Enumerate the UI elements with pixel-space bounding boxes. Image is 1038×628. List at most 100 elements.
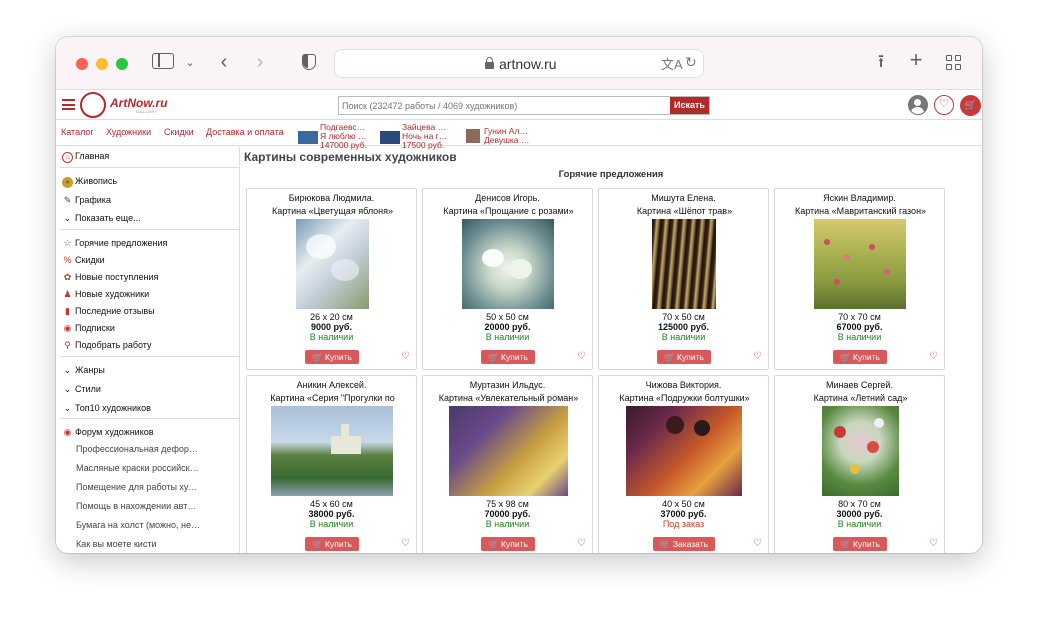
share-icon[interactable]: ⭱ bbox=[872, 51, 890, 71]
user-icon[interactable] bbox=[908, 95, 928, 115]
translate-icon[interactable]: 文A bbox=[661, 54, 683, 73]
sidebar-item-hot-offers[interactable]: ☆ Горячие предложения bbox=[62, 238, 167, 249]
sidebar-item-painting[interactable]: ● Живопись bbox=[62, 176, 117, 188]
artwork-image[interactable] bbox=[652, 219, 716, 309]
sidebar-item-styles[interactable]: ⌄ Стили bbox=[62, 384, 101, 395]
buy-button[interactable]: 🛒 Купить bbox=[305, 350, 359, 364]
sidebar-item-subscriptions[interactable]: ◉ Подписки bbox=[62, 323, 115, 334]
minimize-window-button[interactable] bbox=[96, 58, 108, 70]
artwork-card[interactable]: Бирюкова Людмила. Картина «Цветущая ябло… bbox=[246, 188, 417, 370]
promo-title: Девушка … bbox=[484, 135, 530, 145]
heart-icon[interactable]: ♡ bbox=[929, 538, 938, 549]
address-bar[interactable]: artnow.ru 文A ↻ bbox=[334, 49, 704, 78]
artwork-card[interactable]: Мишута Елена. Картина «Шёпот трав» 70 x … bbox=[598, 188, 769, 370]
buy-button[interactable]: 🛒 Купить bbox=[833, 350, 887, 364]
forum-topic[interactable]: Профессиональная дефор… bbox=[76, 444, 198, 454]
promo-item[interactable]: Зайцева … Ночь на г… 17500 руб. bbox=[380, 122, 458, 150]
card-title[interactable]: Картина «Шёпот трав» bbox=[601, 206, 768, 216]
order-button[interactable]: 🛒 Заказать bbox=[653, 537, 715, 551]
buy-button[interactable]: 🛒 Купить bbox=[481, 350, 535, 364]
artwork-image[interactable] bbox=[626, 406, 742, 496]
shield-icon[interactable] bbox=[302, 54, 316, 70]
buy-button[interactable]: 🛒 Купить bbox=[833, 537, 887, 551]
search-input[interactable] bbox=[339, 97, 671, 114]
card-title[interactable]: Картина «Серия "Прогулки по bbox=[249, 393, 416, 403]
artwork-image[interactable] bbox=[296, 219, 369, 309]
forum-topic[interactable]: Помещение для работы ху… bbox=[76, 482, 197, 492]
sidebar-item-new-arrivals[interactable]: ✿ Новые поступления bbox=[62, 272, 159, 283]
sidebar-icon[interactable] bbox=[152, 53, 174, 69]
card-artist[interactable]: Минаев Сергей. bbox=[775, 380, 944, 390]
forum-topic[interactable]: Масляные краски российск… bbox=[76, 463, 199, 473]
artwork-image[interactable] bbox=[814, 219, 906, 309]
artwork-card[interactable]: Муртазин Ильдус. Картина «Увлекательный … bbox=[422, 375, 593, 553]
artwork-card[interactable]: Аникин Алексей. Картина «Серия "Прогулки… bbox=[246, 375, 417, 553]
card-title[interactable]: Картина «Цветущая яблоня» bbox=[249, 206, 416, 216]
heart-icon[interactable]: ♡ bbox=[753, 538, 762, 549]
forum-topic[interactable]: Помощь в нахождении авт… bbox=[76, 501, 196, 511]
artwork-image[interactable] bbox=[822, 406, 899, 496]
sidebar-item-show-more[interactable]: ⌄ Показать еще... bbox=[62, 213, 141, 224]
buy-button[interactable]: 🛒 Купить bbox=[305, 537, 359, 551]
heart-icon[interactable]: ♡ bbox=[577, 351, 586, 362]
cart-icon[interactable]: 🛒 bbox=[960, 95, 981, 116]
reload-icon[interactable]: ↻ bbox=[685, 54, 697, 71]
buy-button[interactable]: 🛒 Купить bbox=[481, 537, 535, 551]
card-title[interactable]: Картина «Подружки болтушки» bbox=[601, 393, 768, 403]
artwork-card[interactable]: Яскин Владимир. Картина «Мавританский га… bbox=[774, 188, 945, 370]
sidebar-item-find-work[interactable]: ⚲ Подобрать работу bbox=[62, 340, 151, 351]
card-title[interactable]: Картина «Увлекательный роман» bbox=[425, 393, 592, 403]
card-artist[interactable]: Яскин Владимир. bbox=[775, 193, 944, 203]
sidebar-item-discounts[interactable]: % Скидки bbox=[62, 255, 104, 265]
site-logo[interactable]: ArtNow.ru GALLERY bbox=[80, 92, 168, 118]
heart-icon[interactable]: ♡ bbox=[401, 351, 410, 362]
favorites-heart-icon[interactable]: ♡ bbox=[934, 95, 954, 115]
search-button[interactable]: Искать bbox=[670, 97, 709, 114]
artwork-card[interactable]: Денисов Игорь. Картина «Прощание с розам… bbox=[422, 188, 593, 370]
promo-thumbnail bbox=[298, 131, 318, 144]
heart-icon[interactable]: ♡ bbox=[753, 351, 762, 362]
card-artist[interactable]: Чижова Виктория. bbox=[599, 380, 768, 390]
promo-item[interactable]: Подгаевс… Я люблю … 147000 руб. bbox=[298, 122, 376, 150]
artwork-image[interactable] bbox=[449, 406, 568, 496]
zoom-window-button[interactable] bbox=[116, 58, 128, 70]
card-title[interactable]: Картина «Летний сад» bbox=[777, 393, 944, 403]
new-tab-icon[interactable]: + bbox=[907, 49, 925, 71]
artwork-image[interactable] bbox=[271, 406, 393, 496]
card-artist[interactable]: Аникин Алексей. bbox=[247, 380, 416, 390]
card-title[interactable]: Картина «Прощание с розами» bbox=[425, 206, 592, 216]
card-artist[interactable]: Денисов Игорь. bbox=[423, 193, 592, 203]
nav-link-delivery[interactable]: Доставка и оплата bbox=[206, 127, 284, 137]
nav-link-catalog[interactable]: Каталог bbox=[61, 127, 94, 137]
back-icon[interactable]: ‹ bbox=[216, 52, 232, 72]
heart-icon[interactable]: ♡ bbox=[577, 538, 586, 549]
chevron-down-icon[interactable]: ⌄ bbox=[184, 53, 196, 73]
artwork-card[interactable]: Минаев Сергей. Картина «Летний сад» 80 x… bbox=[774, 375, 945, 553]
sidebar-item-top10[interactable]: ⌄ Топ10 художников bbox=[62, 403, 151, 414]
sidebar-item-forum[interactable]: ◉ Форум художников bbox=[62, 427, 154, 438]
artwork-card[interactable]: Чижова Виктория. Картина «Подружки болту… bbox=[598, 375, 769, 553]
card-artist[interactable]: Муртазин Ильдус. bbox=[423, 380, 592, 390]
promo-item[interactable]: Гунин Ал… Девушка … bbox=[466, 122, 538, 146]
sidebar-item-graphics[interactable]: ✎ Графика bbox=[62, 195, 111, 206]
menu-icon[interactable] bbox=[62, 99, 75, 110]
close-window-button[interactable] bbox=[76, 58, 88, 70]
heart-icon[interactable]: ♡ bbox=[929, 351, 938, 362]
forum-topic[interactable]: Бумага на холст (можно, не… bbox=[76, 520, 200, 530]
nav-link-discounts[interactable]: Скидки bbox=[164, 127, 194, 137]
forward-icon[interactable]: › bbox=[252, 52, 268, 72]
card-title[interactable]: Картина «Мавританский газон» bbox=[777, 206, 944, 216]
card-artist[interactable]: Бирюкова Людмила. bbox=[247, 193, 416, 203]
card-artist[interactable]: Мишута Елена. bbox=[599, 193, 768, 203]
artwork-image[interactable] bbox=[462, 219, 554, 309]
nav-link-artists[interactable]: Художники bbox=[106, 127, 151, 137]
sidebar-item-new-artists[interactable]: ♟ Новые художники bbox=[62, 289, 149, 300]
buy-button[interactable]: 🛒 Купить bbox=[657, 350, 711, 364]
sidebar-item-genres[interactable]: ⌄ Жанры bbox=[62, 365, 105, 376]
tabs-grid-icon[interactable] bbox=[946, 55, 962, 71]
heart-icon[interactable]: ♡ bbox=[401, 538, 410, 549]
sidebar-item-home[interactable]: ⌂ Главная bbox=[62, 151, 109, 163]
sidebar-item-reviews[interactable]: ▮ Последние отзывы bbox=[62, 306, 155, 317]
buy-button-label: Купить bbox=[325, 539, 352, 549]
forum-topic[interactable]: Как вы моете кисти bbox=[76, 539, 156, 549]
